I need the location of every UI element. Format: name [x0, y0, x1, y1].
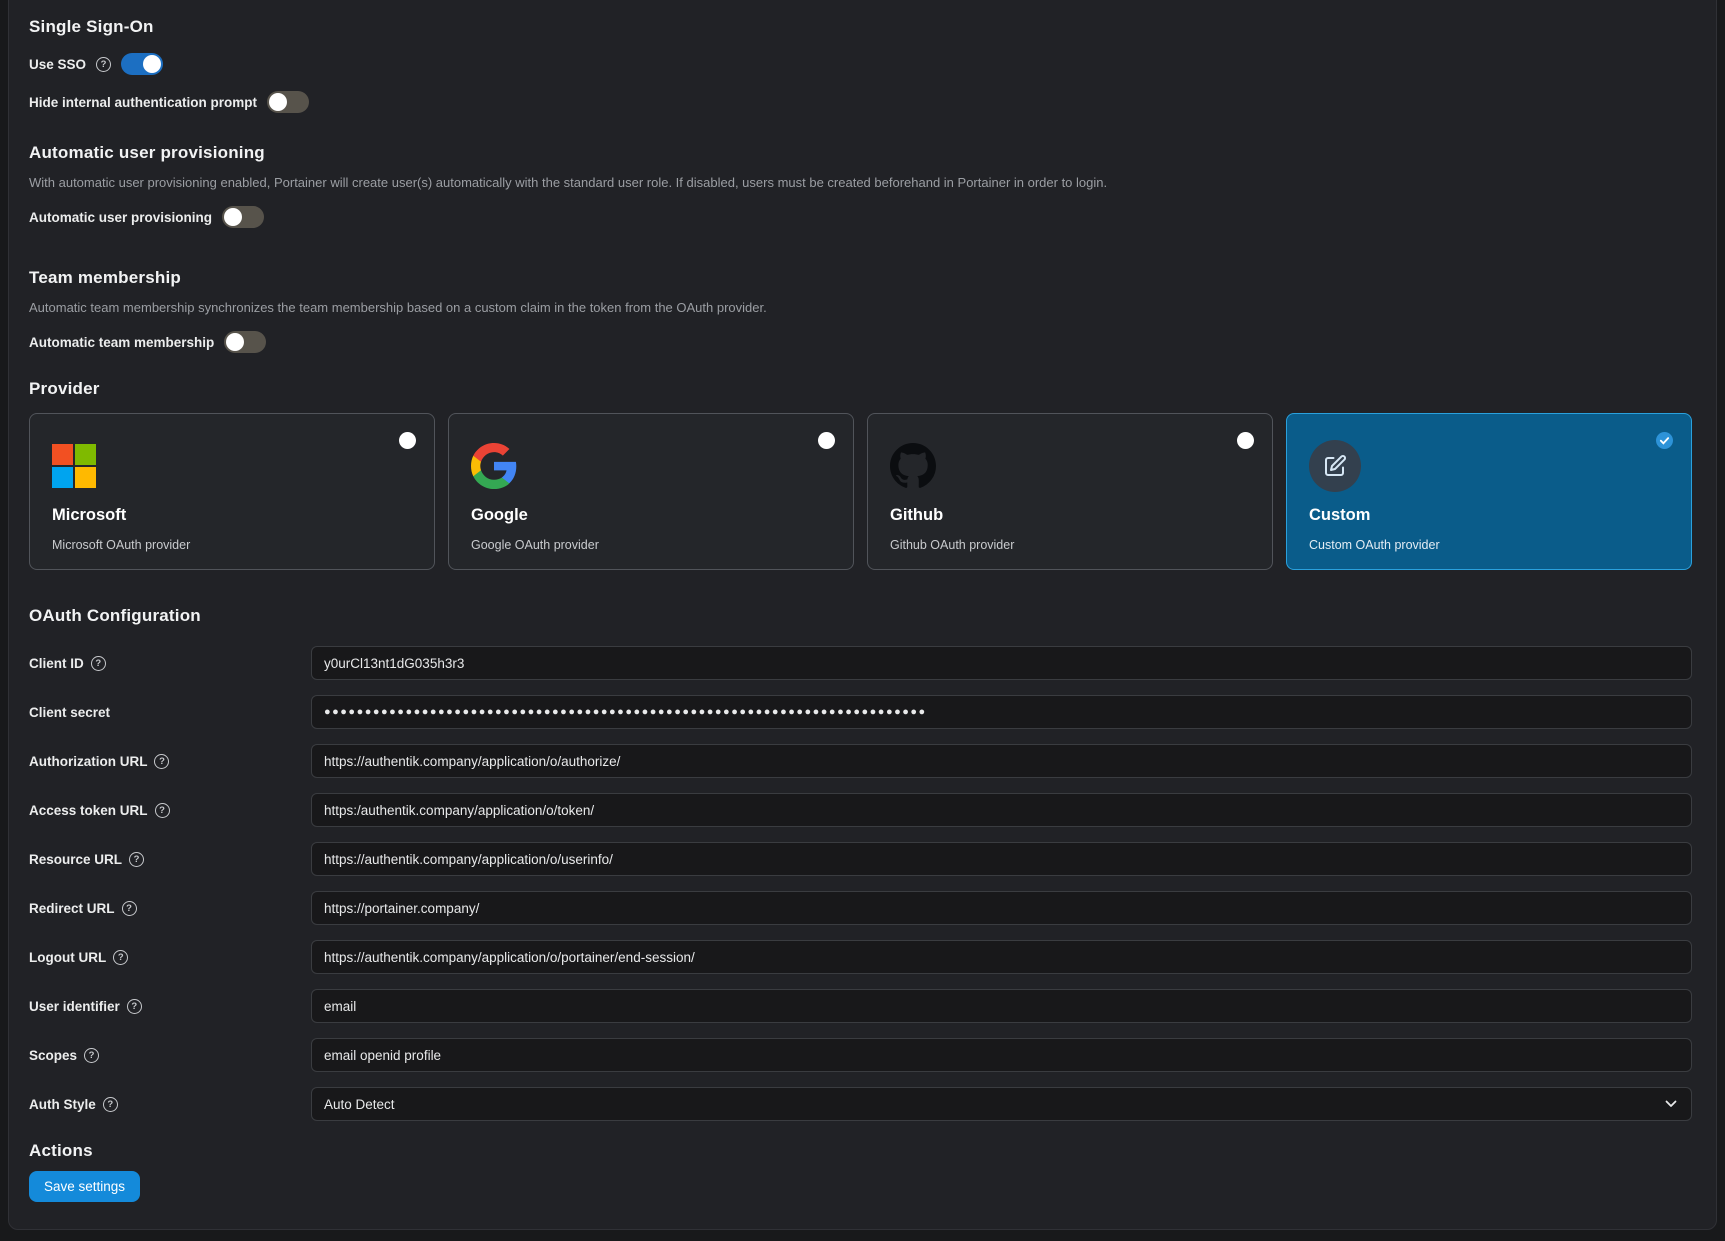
client-id-input[interactable] — [311, 646, 1692, 680]
redirect-url-label: Redirect URL — [29, 901, 115, 916]
sso-heading: Single Sign-On — [29, 17, 1692, 37]
chevron-down-icon — [1665, 1100, 1677, 1108]
help-icon[interactable]: ? — [155, 803, 170, 818]
help-icon[interactable]: ? — [127, 999, 142, 1014]
resource-url-label: Resource URL — [29, 852, 122, 867]
oauth-config-heading: OAuth Configuration — [29, 606, 1692, 626]
provisioning-toggle[interactable] — [222, 206, 264, 228]
provider-card-subtitle: Microsoft OAuth provider — [52, 538, 416, 552]
scopes-input[interactable] — [311, 1038, 1692, 1072]
provider-card-subtitle: Github OAuth provider — [890, 538, 1254, 552]
field-row-access-token-url: Access token URL? — [29, 793, 1692, 827]
toggle-knob — [143, 55, 161, 73]
provider-card-microsoft[interactable]: Microsoft Microsoft OAuth provider — [29, 413, 435, 570]
provisioning-row: Automatic user provisioning — [29, 206, 1692, 228]
field-row-auth-style: Auth Style? Auto Detect — [29, 1087, 1692, 1121]
logout-url-label: Logout URL — [29, 950, 106, 965]
hide-prompt-label: Hide internal authentication prompt — [29, 95, 257, 110]
logout-url-input[interactable] — [311, 940, 1692, 974]
selected-check-icon[interactable] — [1656, 432, 1673, 449]
scopes-label: Scopes — [29, 1048, 77, 1063]
help-icon[interactable]: ? — [91, 656, 106, 671]
use-sso-row: Use SSO ? — [29, 53, 1692, 75]
team-toggle[interactable] — [224, 331, 266, 353]
help-icon[interactable]: ? — [129, 852, 144, 867]
google-logo-icon — [471, 443, 517, 489]
provider-card-custom[interactable]: Custom Custom OAuth provider — [1286, 413, 1692, 570]
radio-unselected-icon[interactable] — [818, 432, 835, 449]
field-row-client-secret: Client secret — [29, 695, 1692, 729]
settings-panel: Single Sign-On Use SSO ? Hide internal a… — [8, 0, 1717, 1230]
redirect-url-input[interactable] — [311, 891, 1692, 925]
help-icon[interactable]: ? — [96, 57, 111, 72]
github-logo-icon — [890, 443, 936, 489]
auth-style-value: Auto Detect — [324, 1097, 395, 1112]
provisioning-description: With automatic user provisioning enabled… — [29, 175, 1692, 190]
authorization-url-label: Authorization URL — [29, 754, 147, 769]
toggle-knob — [269, 93, 287, 111]
provider-card-title: Microsoft — [52, 506, 416, 525]
hide-prompt-row: Hide internal authentication prompt — [29, 91, 1692, 113]
provider-card-subtitle: Google OAuth provider — [471, 538, 835, 552]
provisioning-heading: Automatic user provisioning — [29, 143, 1692, 163]
field-row-scopes: Scopes? — [29, 1038, 1692, 1072]
provider-heading: Provider — [29, 379, 1692, 399]
provider-card-google[interactable]: Google Google OAuth provider — [448, 413, 854, 570]
toggle-knob — [224, 208, 242, 226]
authorization-url-input[interactable] — [311, 744, 1692, 778]
user-identifier-input[interactable] — [311, 989, 1692, 1023]
help-icon[interactable]: ? — [103, 1097, 118, 1112]
oauth-form: Client ID? Client secret Authorization U… — [29, 646, 1692, 1121]
field-row-resource-url: Resource URL? — [29, 842, 1692, 876]
provisioning-toggle-label: Automatic user provisioning — [29, 210, 212, 225]
team-heading: Team membership — [29, 268, 1692, 288]
user-identifier-label: User identifier — [29, 999, 120, 1014]
use-sso-toggle[interactable] — [121, 53, 163, 75]
team-row: Automatic team membership — [29, 331, 1692, 353]
provider-card-subtitle: Custom OAuth provider — [1309, 538, 1673, 552]
provider-cards: Microsoft Microsoft OAuth provider Googl… — [29, 413, 1692, 570]
actions-heading: Actions — [29, 1141, 1692, 1161]
use-sso-label: Use SSO — [29, 57, 86, 72]
field-row-logout-url: Logout URL? — [29, 940, 1692, 974]
resource-url-input[interactable] — [311, 842, 1692, 876]
toggle-knob — [226, 333, 244, 351]
save-settings-button[interactable]: Save settings — [29, 1171, 140, 1202]
provider-card-title: Custom — [1309, 506, 1673, 525]
auth-style-label: Auth Style — [29, 1097, 96, 1112]
field-row-authorization-url: Authorization URL? — [29, 744, 1692, 778]
help-icon[interactable]: ? — [154, 754, 169, 769]
hide-prompt-toggle[interactable] — [267, 91, 309, 113]
client-secret-label: Client secret — [29, 705, 110, 720]
field-row-user-identifier: User identifier? — [29, 989, 1692, 1023]
team-description: Automatic team membership synchronizes t… — [29, 300, 1692, 315]
radio-unselected-icon[interactable] — [1237, 432, 1254, 449]
help-icon[interactable]: ? — [113, 950, 128, 965]
provider-card-title: Google — [471, 506, 835, 525]
client-id-label: Client ID — [29, 656, 84, 671]
field-row-redirect-url: Redirect URL? — [29, 891, 1692, 925]
team-toggle-label: Automatic team membership — [29, 335, 214, 350]
help-icon[interactable]: ? — [122, 901, 137, 916]
access-token-url-label: Access token URL — [29, 803, 148, 818]
microsoft-logo-icon — [52, 444, 96, 488]
client-secret-input[interactable] — [311, 695, 1692, 729]
access-token-url-input[interactable] — [311, 793, 1692, 827]
provider-card-title: Github — [890, 506, 1254, 525]
field-row-client-id: Client ID? — [29, 646, 1692, 680]
custom-edit-icon — [1309, 440, 1361, 492]
provider-card-github[interactable]: Github Github OAuth provider — [867, 413, 1273, 570]
radio-unselected-icon[interactable] — [399, 432, 416, 449]
help-icon[interactable]: ? — [84, 1048, 99, 1063]
auth-style-select[interactable]: Auto Detect — [311, 1087, 1692, 1121]
